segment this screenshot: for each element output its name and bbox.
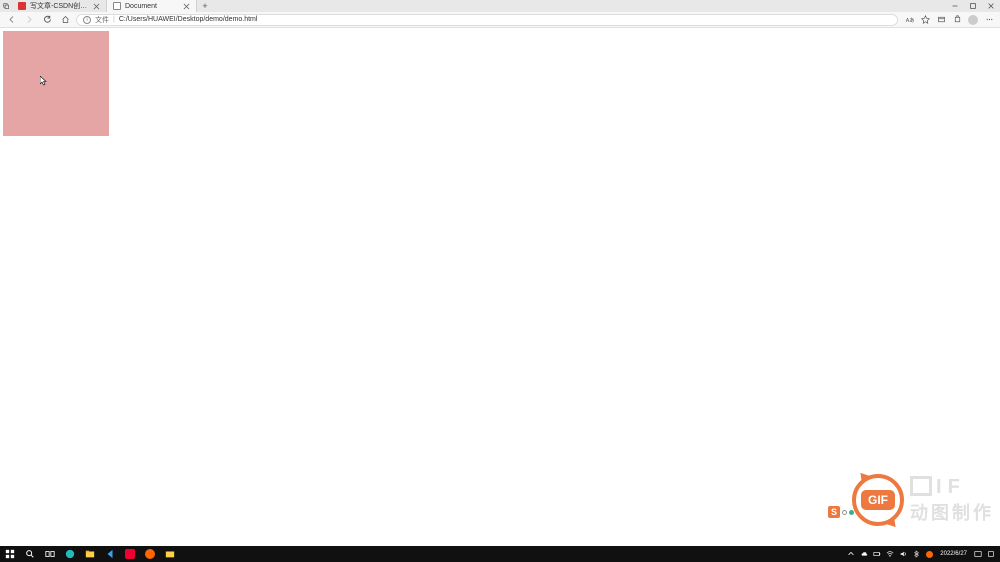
tray-wifi-icon[interactable] [885,549,895,559]
taskbar-app-explorer[interactable] [80,546,100,562]
back-button[interactable] [4,13,18,27]
maximize-button[interactable] [964,0,982,12]
favorites-icon[interactable] [918,13,932,27]
task-view-button[interactable] [40,546,60,562]
taskbar-clock[interactable]: 2022/6/27 [937,551,970,558]
address-bar[interactable]: i 文件 | C:/Users/HUAWEI/Desktop/demo/demo… [76,14,898,26]
tray-onedrive-icon[interactable] [859,549,869,559]
search-button[interactable] [20,546,40,562]
forward-button[interactable] [22,13,36,27]
browser-toolbar: i 文件 | C:/Users/HUAWEI/Desktop/demo/demo… [0,12,1000,28]
url-separator: | [113,16,115,23]
tray-app-icon[interactable] [924,549,934,559]
toolbar-right-icons: Aあ [902,13,996,27]
window-controls [946,0,1000,12]
close-icon[interactable] [93,3,100,10]
read-aloud-icon[interactable]: Aあ [902,13,916,27]
taskbar-app-orange[interactable] [140,546,160,562]
svg-text:Aあ: Aあ [905,17,913,24]
page-viewport: S GIF IF 动图制作 [0,28,1000,546]
gif-badge-label: GIF [861,490,895,510]
ime-dot [842,510,847,515]
taskbar-app-red[interactable] [120,546,140,562]
profile-avatar[interactable] [966,13,980,27]
tray-battery-icon[interactable] [872,549,882,559]
site-info-icon[interactable]: i [83,16,91,24]
watermark-caption: 动图制作 [910,499,994,525]
gif-badge: S GIF [852,474,904,526]
favicon-document [113,2,121,10]
home-button[interactable] [58,13,72,27]
menu-icon[interactable] [982,13,996,27]
close-icon[interactable] [183,3,190,10]
tab-title: 写文章-CSDN创作中心 [30,1,89,11]
tab-title: Document [125,3,179,10]
start-button[interactable] [0,546,20,562]
windows-taskbar: 2022/6/27 [0,546,1000,562]
browser-tab-csdn[interactable]: 写文章-CSDN创作中心 [12,0,107,12]
favicon-csdn [18,2,26,10]
browser-tab-document[interactable]: Document [107,0,197,12]
taskbar-app-files[interactable] [160,546,180,562]
input-indicator-icon[interactable] [986,549,996,559]
tray-bluetooth-icon[interactable] [911,549,921,559]
close-window-button[interactable] [982,0,1000,12]
tray-volume-icon[interactable] [898,549,908,559]
tab-actions-icon[interactable] [0,0,12,12]
url-path: C:/Users/HUAWEI/Desktop/demo/demo.html [119,16,258,23]
tray-chevron-icon[interactable] [846,549,856,559]
taskbar-app-vscode[interactable] [100,546,120,562]
taskbar-app-edge[interactable] [60,546,80,562]
browser-tab-strip: 写文章-CSDN创作中心 Document + [0,0,1000,12]
refresh-button[interactable] [40,13,54,27]
collections-icon[interactable] [934,13,948,27]
new-tab-button[interactable]: + [197,0,213,12]
extensions-icon[interactable] [950,13,964,27]
notifications-icon[interactable] [973,549,983,559]
watermark-gif-outline: IF [910,476,962,499]
url-scheme-label: 文件 [95,15,109,25]
minimize-button[interactable] [946,0,964,12]
sogou-ime-icon: S [828,506,840,518]
gif-watermark: S GIF IF 动图制作 [852,474,994,526]
watermark-text: IF 动图制作 [910,476,994,525]
demo-box[interactable] [3,31,109,136]
